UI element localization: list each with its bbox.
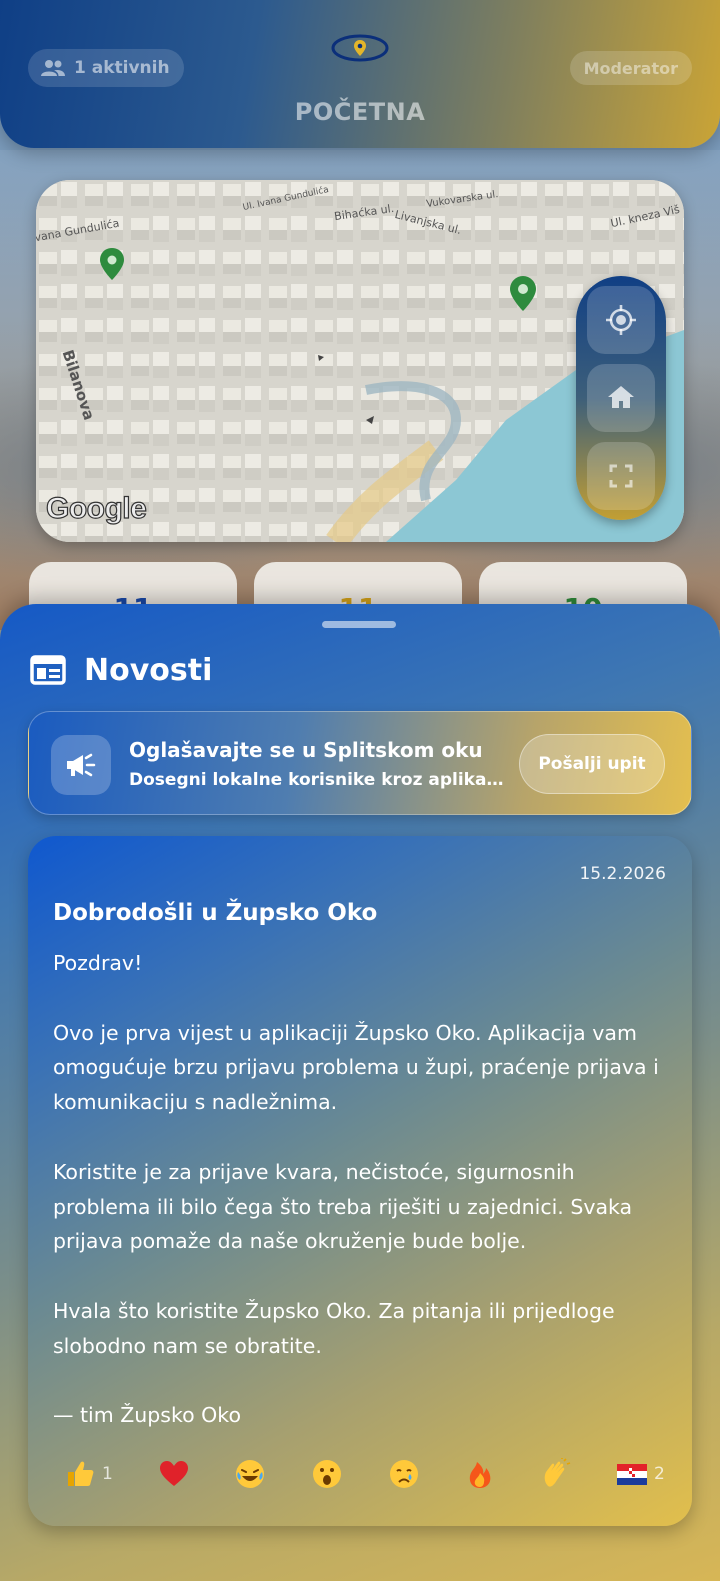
reaction-laughing[interactable] bbox=[234, 1454, 266, 1494]
post-date: 15.2.2026 bbox=[579, 864, 666, 884]
surprised-icon bbox=[313, 1460, 341, 1488]
page-title: POČETNA bbox=[294, 98, 426, 126]
reaction-bar: 1 2 bbox=[64, 1454, 684, 1494]
clapping-icon bbox=[544, 1458, 571, 1487]
app-header: 1 aktivnih Moderator POČETNA bbox=[0, 0, 720, 148]
fullscreen-icon bbox=[609, 464, 633, 488]
megaphone-icon-glyph bbox=[67, 753, 96, 777]
news-section-header: Novosti bbox=[30, 650, 212, 690]
eye-logo-icon bbox=[331, 34, 389, 62]
reaction-thumbs-up[interactable]: 1 bbox=[64, 1454, 113, 1494]
heart-icon bbox=[160, 1461, 188, 1486]
advertise-banner[interactable]: Oglašavajte se u Splitskom oku Dosegni l… bbox=[28, 711, 692, 815]
fullscreen-button[interactable] bbox=[587, 442, 655, 510]
reaction-surprised[interactable] bbox=[311, 1454, 343, 1494]
home-button[interactable] bbox=[587, 364, 655, 432]
sheet-drag-handle[interactable] bbox=[322, 621, 396, 628]
newspaper-icon bbox=[30, 655, 66, 685]
locate-icon bbox=[606, 305, 636, 335]
thumbs-up-icon bbox=[68, 1461, 94, 1486]
role-badge: Moderator bbox=[569, 51, 692, 85]
google-attribution: Google bbox=[45, 491, 147, 525]
fire-icon bbox=[469, 1462, 491, 1488]
news-post-card[interactable]: 15.2.2026 Dobrodošli u Župsko Oko Pozdra… bbox=[28, 836, 692, 1526]
croatia-flag-icon bbox=[617, 1464, 647, 1485]
reaction-count: 2 bbox=[654, 1464, 665, 1484]
active-users-label: 1 aktivnih bbox=[74, 58, 170, 78]
home-icon bbox=[608, 386, 634, 408]
ad-title: Oglašavajte se u Splitskom oku bbox=[129, 738, 483, 762]
role-label: Moderator bbox=[583, 58, 678, 78]
active-users-badge[interactable]: 1 aktivnih bbox=[28, 49, 184, 87]
crying-icon bbox=[390, 1460, 418, 1488]
laughing-icon bbox=[236, 1460, 264, 1488]
post-body: Pozdrav! Ovo je prva vijest u aplikaciji… bbox=[53, 951, 659, 1428]
news-section-title: Novosti bbox=[84, 652, 213, 688]
reaction-crying[interactable] bbox=[388, 1454, 420, 1494]
reaction-clapping[interactable] bbox=[540, 1454, 572, 1494]
users-icon bbox=[41, 60, 65, 76]
map-controls bbox=[576, 276, 666, 520]
reaction-fire[interactable] bbox=[464, 1454, 496, 1494]
locate-button[interactable] bbox=[587, 286, 655, 354]
send-inquiry-button[interactable]: Pošalji upit bbox=[519, 734, 665, 794]
megaphone-icon bbox=[51, 735, 111, 795]
map-view[interactable]: vana Gundulića Ul. Ivana Gundulića Bihać… bbox=[36, 180, 684, 542]
ad-subtitle: Dosegni lokalne korisnike kroz aplikacij… bbox=[129, 770, 507, 790]
reaction-croatia-flag[interactable]: 2 bbox=[616, 1454, 665, 1494]
reaction-heart[interactable] bbox=[158, 1454, 190, 1494]
post-title: Dobrodošli u Župsko Oko bbox=[53, 900, 378, 926]
reaction-count: 1 bbox=[102, 1464, 113, 1484]
news-bottom-sheet: Novosti Oglašavajte se u Splitskom oku D… bbox=[0, 604, 720, 1581]
